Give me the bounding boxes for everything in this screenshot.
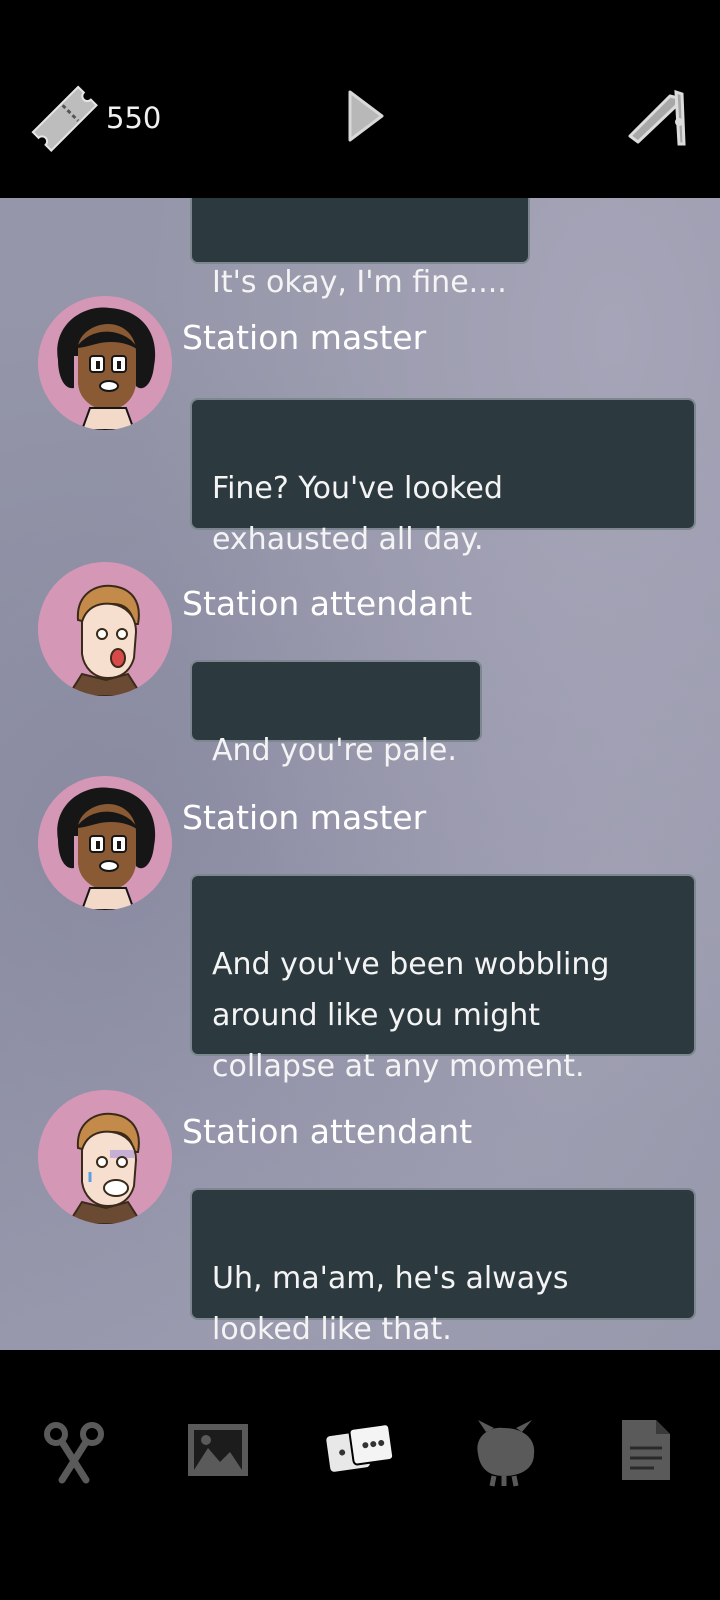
station-attendant-avatar	[38, 562, 172, 696]
speaker-name: Station master	[182, 318, 427, 357]
quill-pen-icon[interactable]	[624, 84, 694, 154]
message-text: And you're pale.	[212, 733, 457, 768]
speaker-name: Station master	[182, 798, 427, 837]
speaker-name: Station attendant	[182, 1112, 473, 1151]
play-icon[interactable]	[346, 88, 386, 144]
chat-cards-icon[interactable]	[320, 1410, 400, 1490]
chat-log[interactable]: It's okay, I'm fine.... Station master F…	[0, 198, 720, 1350]
message-bubble: And you've been wobbling around like you…	[190, 874, 696, 1084]
message-text: Uh, ma'am, he's always looked like that.	[212, 1261, 569, 1347]
scissors-icon[interactable]	[34, 1410, 114, 1490]
speaker-name: Station attendant	[182, 584, 473, 623]
ticket-count: 550	[106, 101, 162, 135]
station-attendant-avatar	[38, 1090, 172, 1224]
station-master-avatar	[38, 776, 172, 910]
message-text: It's okay, I'm fine....	[212, 265, 507, 300]
notes-icon[interactable]	[606, 1410, 686, 1490]
bottom-nav	[0, 1350, 720, 1600]
message-text: Fine? You've looked exhausted all day.	[212, 471, 503, 557]
message-bubble: Uh, ma'am, he's always looked like that.	[190, 1188, 696, 1347]
message-bubble: It's okay, I'm fine....	[190, 198, 530, 300]
station-master-avatar	[38, 296, 172, 430]
ticket-icon[interactable]	[26, 80, 102, 156]
message-bubble: And you're pale.	[190, 660, 482, 768]
creature-icon[interactable]	[464, 1410, 544, 1490]
photos-icon[interactable]	[178, 1410, 258, 1490]
message-text: And you've been wobbling around like you…	[212, 947, 610, 1084]
top-bar: 550	[0, 0, 720, 198]
message-bubble: Fine? You've looked exhausted all day.	[190, 398, 696, 557]
